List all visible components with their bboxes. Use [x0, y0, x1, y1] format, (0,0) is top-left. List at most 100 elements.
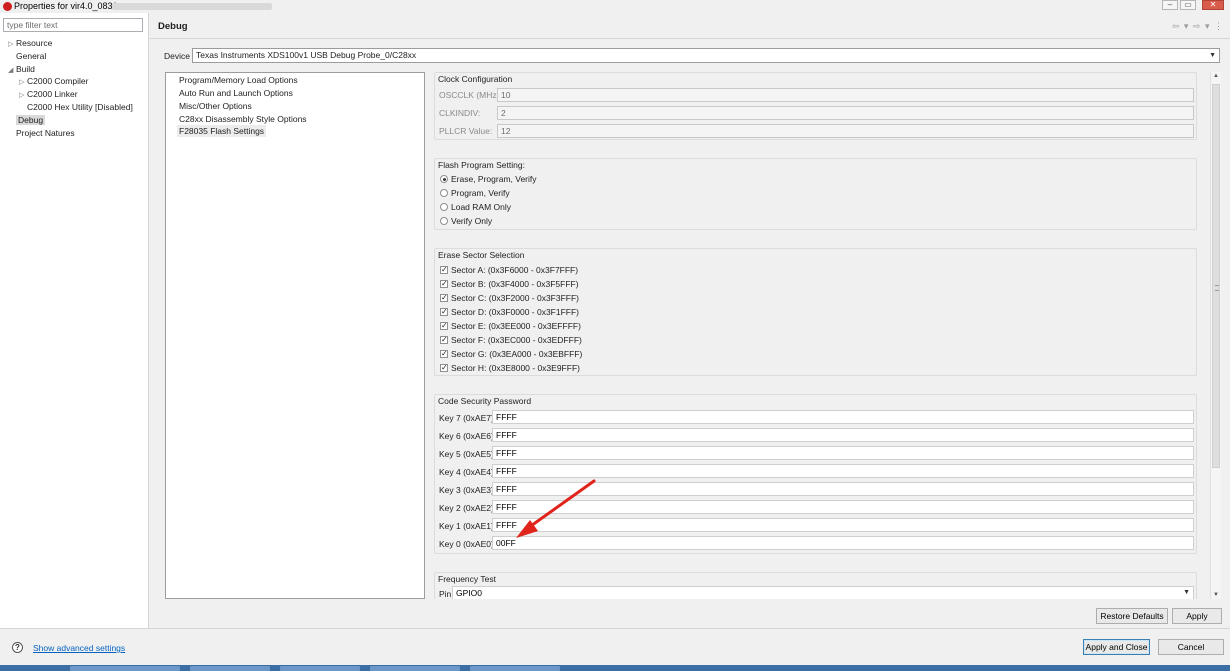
- key0-input[interactable]: 00FF: [492, 536, 1194, 550]
- security-group-title: Code Security Password: [438, 396, 532, 406]
- nav-item-c2000-linker[interactable]: ▷ C2000 Linker: [19, 88, 78, 100]
- option-disassembly-style[interactable]: C28xx Disassembly Style Options: [179, 113, 307, 125]
- app-logo-icon: [3, 2, 12, 11]
- scroll-down-icon[interactable]: ▼: [1213, 592, 1219, 598]
- taskbar-item[interactable]: [470, 666, 560, 671]
- clock-configuration-group: Clock Configuration OSCCLK (MHz): 10 CLK…: [434, 72, 1197, 140]
- nav-item-resource[interactable]: ▷ Resource: [8, 37, 52, 49]
- option-program-memory-load[interactable]: Program/Memory Load Options: [179, 74, 298, 86]
- radio-icon[interactable]: [440, 189, 448, 197]
- scrollbar-thumb[interactable]: [1212, 84, 1220, 468]
- checkbox-checked-icon[interactable]: [440, 292, 448, 304]
- key3-label: Key 3 (0xAE3):: [439, 485, 497, 495]
- flash-program-group: Flash Program Setting: Erase, Program, V…: [434, 158, 1197, 230]
- chevron-down-icon[interactable]: ▼: [1183, 587, 1190, 599]
- title-bar: Properties for vir4.0_0831 – ▭ ✕: [0, 0, 1230, 13]
- key2-input[interactable]: FFFF: [492, 500, 1194, 514]
- sector-c-checkbox[interactable]: Sector C: (0x3F2000 - 0x3F3FFF): [440, 292, 579, 304]
- oscclk-label: OSCCLK (MHz):: [439, 90, 502, 100]
- flash-settings-panel: Clock Configuration OSCCLK (MHz): 10 CLK…: [431, 72, 1221, 599]
- option-auto-run-launch[interactable]: Auto Run and Launch Options: [179, 87, 293, 99]
- radio-verify-only[interactable]: Verify Only: [440, 215, 492, 227]
- pllcr-field[interactable]: 12: [497, 124, 1194, 138]
- minimize-button[interactable]: –: [1162, 0, 1178, 10]
- page-title: Debug: [158, 21, 188, 32]
- filter-input[interactable]: type filter text: [3, 18, 143, 32]
- apply-button[interactable]: Apply: [1172, 608, 1222, 624]
- clkindiv-label: CLKINDIV:: [439, 108, 481, 118]
- option-misc-other[interactable]: Misc/Other Options: [179, 100, 252, 112]
- taskbar-item[interactable]: [70, 666, 180, 671]
- key0-label: Key 0 (0xAE0):: [439, 539, 497, 549]
- key5-input[interactable]: FFFF: [492, 446, 1194, 460]
- sector-f-checkbox[interactable]: Sector F: (0x3EC000 - 0x3EDFFF): [440, 334, 582, 346]
- key4-input[interactable]: FFFF: [492, 464, 1194, 478]
- erase-group-title: Erase Sector Selection: [438, 250, 525, 260]
- maximize-button[interactable]: ▭: [1180, 0, 1196, 10]
- nav-item-project-natures[interactable]: Project Natures: [8, 127, 75, 139]
- nav-item-general[interactable]: General: [8, 50, 46, 62]
- close-window-button[interactable]: ✕: [1202, 0, 1224, 10]
- checkbox-checked-icon[interactable]: [440, 306, 448, 318]
- checkbox-checked-icon[interactable]: [440, 264, 448, 276]
- checkbox-checked-icon[interactable]: [440, 334, 448, 346]
- nav-item-c2000-compiler[interactable]: ▷ C2000 Compiler: [19, 75, 88, 87]
- radio-icon[interactable]: [440, 217, 448, 225]
- nav-item-build[interactable]: ◢ Build: [8, 63, 35, 75]
- help-icon[interactable]: ?: [12, 642, 23, 653]
- radio-program-verify[interactable]: Program, Verify: [440, 187, 510, 199]
- device-value: Texas Instruments XDS100v1 USB Debug Pro…: [196, 50, 417, 60]
- sector-b-checkbox[interactable]: Sector B: (0x3F4000 - 0x3F5FFF): [440, 278, 579, 290]
- key1-input[interactable]: FFFF: [492, 518, 1194, 532]
- key6-input[interactable]: FFFF: [492, 428, 1194, 442]
- checkbox-checked-icon[interactable]: [440, 278, 448, 290]
- taskbar-item[interactable]: [370, 666, 460, 671]
- flash-group-title: Flash Program Setting:: [438, 160, 525, 170]
- show-advanced-settings-link[interactable]: Show advanced settings: [33, 643, 125, 653]
- sector-e-checkbox[interactable]: Sector E: (0x3EE000 - 0x3EFFFF): [440, 320, 581, 332]
- navigation-arrows-icon[interactable]: ⇦ ▾ ⇨ ▾ ⋮: [1172, 21, 1224, 32]
- option-flash-settings[interactable]: F28035 Flash Settings: [177, 125, 267, 137]
- checkbox-checked-icon[interactable]: [440, 362, 448, 374]
- cancel-button[interactable]: Cancel: [1158, 639, 1224, 655]
- oscclk-field[interactable]: 10: [497, 88, 1194, 102]
- sector-h-checkbox[interactable]: Sector H: (0x3E8000 - 0x3E9FFF): [440, 362, 580, 374]
- properties-nav-tree: type filter text ▷ Resource General ◢ Buil…: [0, 13, 149, 628]
- vertical-scrollbar[interactable]: ▲ ▼: [1210, 72, 1221, 599]
- sector-g-checkbox[interactable]: Sector G: (0x3EA000 - 0x3EBFFF): [440, 348, 582, 360]
- clkindiv-field[interactable]: 2: [497, 106, 1194, 120]
- radio-erase-program-verify[interactable]: Erase, Program, Verify: [440, 173, 537, 185]
- device-select[interactable]: Texas Instruments XDS100v1 USB Debug Pro…: [192, 48, 1220, 63]
- radio-icon[interactable]: [440, 203, 448, 211]
- key6-label: Key 6 (0xAE6):: [439, 431, 497, 441]
- nav-item-debug[interactable]: Debug: [8, 114, 46, 126]
- footer-divider: [0, 628, 1230, 629]
- radio-selected-icon[interactable]: [440, 175, 448, 183]
- key1-label: Key 1 (0xAE1):: [439, 521, 497, 531]
- clock-group-title: Clock Configuration: [438, 74, 513, 84]
- sector-d-checkbox[interactable]: Sector D: (0x3F0000 - 0x3F1FFF): [440, 306, 579, 318]
- radio-load-ram-only[interactable]: Load RAM Only: [440, 201, 511, 213]
- sector-a-checkbox[interactable]: Sector A: (0x3F6000 - 0x3F7FFF): [440, 264, 578, 276]
- apply-and-close-button[interactable]: Apply and Close: [1083, 639, 1150, 655]
- key7-input[interactable]: FFFF: [492, 410, 1194, 424]
- taskbar-item[interactable]: [190, 666, 270, 671]
- pin-select[interactable]: GPIO0 ▼: [452, 586, 1194, 599]
- restore-defaults-button[interactable]: Restore Defaults: [1096, 608, 1168, 624]
- taskbar-item[interactable]: [280, 666, 360, 671]
- checkbox-checked-icon[interactable]: [440, 320, 448, 332]
- window-title: Properties for vir4.0_0831: [14, 1, 118, 11]
- scroll-up-icon[interactable]: ▲: [1213, 73, 1219, 79]
- checkbox-checked-icon[interactable]: [440, 348, 448, 360]
- frequency-test-group: Frequency Test Pin: GPIO0 ▼: [434, 572, 1197, 599]
- collapse-icon[interactable]: ◢: [8, 65, 16, 77]
- debug-properties-page: Debug ⇦ ▾ ⇨ ▾ ⋮ Device Texas Instruments…: [150, 13, 1230, 628]
- key5-label: Key 5 (0xAE5):: [439, 449, 497, 459]
- chevron-down-icon[interactable]: ▼: [1209, 49, 1216, 62]
- key3-input[interactable]: FFFF: [492, 482, 1194, 496]
- code-security-group: Code Security Password Key 7 (0xAE7): FF…: [434, 394, 1197, 554]
- frequency-group-title: Frequency Test: [438, 574, 496, 584]
- debug-options-list: Program/Memory Load Options Auto Run and…: [165, 72, 425, 599]
- key7-label: Key 7 (0xAE7):: [439, 413, 497, 423]
- nav-item-c2000-hex-utility[interactable]: C2000 Hex Utility [Disabled]: [19, 101, 133, 113]
